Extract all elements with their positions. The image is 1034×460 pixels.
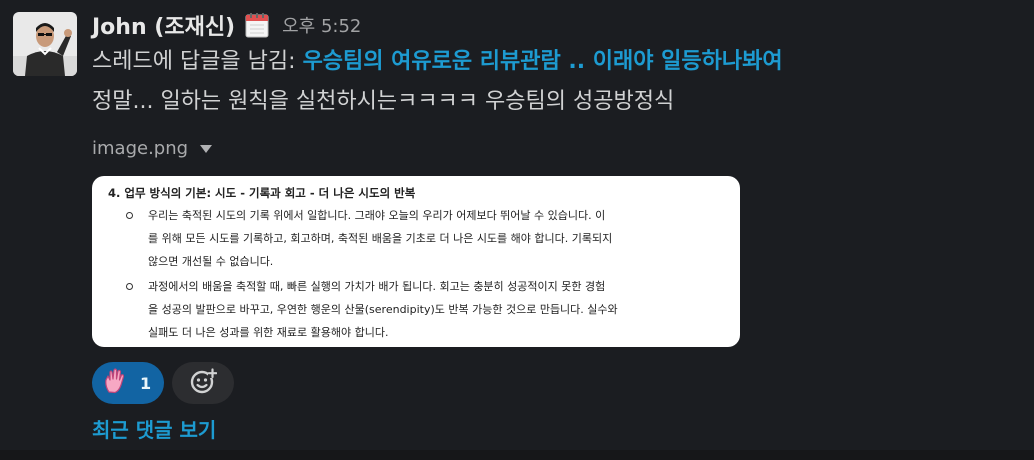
view-recent-replies-link[interactable]: 최근 댓글 보기 [92,414,216,443]
thread-reply-line: 스레드에 답글을 남김: 우승팀의 여유로운 리뷰관람 .. 이래야 일등하나봐… [92,46,783,78]
avatar[interactable] [13,12,77,76]
document-bullet: 우리는 축적된 시도의 기록 위에서 일합니다. 그래야 오늘의 우리가 어제보… [108,204,728,273]
reaction-count: 1 [140,373,152,393]
calendar-icon [245,12,269,38]
file-name-toggle[interactable]: image.png [92,138,213,159]
message-body: 정말... 일하는 원칙을 실천하시는ㅋㅋㅋㅋ 우승팀의 성공방정식 [92,89,675,114]
add-reaction-button[interactable] [172,362,234,404]
document-title: 4. 업무 방식의 기본: 시도 - 기록과 회고 - 더 나은 시도의 반복 [108,186,416,200]
chevron-down-icon [200,144,213,153]
image-attachment[interactable]: 4. 업무 방식의 기본: 시도 - 기록과 회고 - 더 나은 시도의 반복 … [92,176,740,347]
document-line: 을 성공의 발판으로 바꾸고, 우연한 행운의 산물(serendipity)도… [148,303,618,316]
thread-link[interactable]: 우승팀의 여유로운 리뷰관람 .. 이래야 일등하나봐여 [303,49,783,74]
document-line: 실패도 더 나은 성과를 위한 재료로 활용해야 합니다. [148,326,389,339]
bullet-icon [126,212,133,219]
timestamp[interactable]: 오후 5:52 [282,12,361,38]
author-name[interactable]: John (조재신) [92,9,235,41]
document-line: 과정에서의 배움을 축적할 때, 빠른 실행의 가치가 배가 됩니다. 회고는 … [148,280,606,293]
divider [0,450,1034,460]
document-line: 않으면 개선될 수 없습니다. [148,255,274,268]
attachment-document: 4. 업무 방식의 기본: 시도 - 기록과 회고 - 더 나은 시도의 반복 … [108,184,728,344]
document-line: 우리는 축적된 시도의 기록 위에서 일합니다. 그래야 오늘의 우리가 어제보… [148,209,606,222]
add-emoji-icon [189,367,218,399]
document-bullet: 과정에서의 배움을 축적할 때, 빠른 실행의 가치가 배가 됩니다. 회고는 … [108,275,728,344]
bullet-icon [126,283,133,290]
reaction-raised-hand[interactable]: 1 [92,362,164,404]
document-line: 를 위해 모든 시도를 기록하고, 회고하며, 축적된 배움을 기초로 더 나은… [148,232,613,245]
file-name: image.png [92,138,189,159]
raised-hand-icon [104,368,126,398]
message: John (조재신) 오후 5:52 스레드에 답글을 남김: 우승팀의 여유로… [0,0,1034,460]
reply-prefix: 스레드에 답글을 남김: [92,49,303,74]
reactions-bar: 1 [92,362,234,404]
message-header: John (조재신) 오후 5:52 [92,8,361,42]
